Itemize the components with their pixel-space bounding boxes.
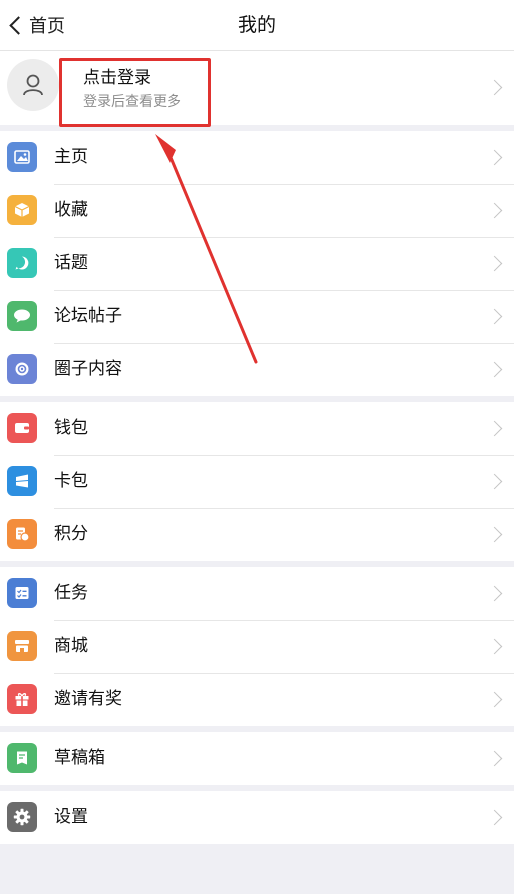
chevron-right-icon	[486, 638, 503, 654]
menu-label: 商城	[54, 636, 88, 656]
menu-label: 话题	[54, 253, 88, 273]
menu-item-drafts[interactable]: 草稿箱	[0, 732, 514, 785]
image-icon	[7, 142, 37, 172]
gear-icon	[7, 802, 37, 832]
chevron-right-icon	[486, 473, 503, 489]
menu-item-favorites[interactable]: 收藏	[0, 184, 514, 237]
chevron-right-icon	[486, 308, 503, 324]
menu-group-settings: 设置	[0, 791, 514, 844]
page-title: 我的	[237, 14, 276, 36]
store-icon	[7, 631, 37, 661]
menu-item-card-pack[interactable]: 卡包	[0, 455, 514, 508]
nav-bar: 首页 我的	[0, 0, 514, 51]
points-icon	[7, 519, 37, 549]
menu-item-invite-rewards[interactable]: 邀请有奖	[0, 673, 514, 726]
draft-icon	[7, 743, 37, 773]
menu-item-tasks[interactable]: 任务	[0, 567, 514, 620]
menu-label: 圈子内容	[54, 359, 122, 379]
chevron-right-icon	[486, 585, 503, 601]
profile-row[interactable]: 点击登录 登录后查看更多	[0, 51, 514, 127]
menu-label: 论坛帖子	[54, 306, 122, 326]
svg-text:#: #	[19, 259, 26, 268]
chevron-right-icon	[486, 149, 503, 165]
menu-item-settings[interactable]: 设置	[0, 791, 514, 844]
menu-item-circle-content[interactable]: 圈子内容	[0, 343, 514, 396]
menu-label: 积分	[54, 524, 88, 544]
chevron-right-icon	[486, 361, 503, 377]
task-icon	[7, 578, 37, 608]
chevron-right-icon	[486, 420, 503, 436]
user-icon	[23, 74, 43, 96]
chevron-right-icon	[486, 79, 503, 96]
menu-label: 设置	[54, 807, 88, 827]
menu-group-rewards: 任务 商城 邀请有奖	[0, 567, 514, 726]
menu-item-mall[interactable]: 商城	[0, 620, 514, 673]
box-icon	[7, 195, 37, 225]
chevron-right-icon	[486, 526, 503, 542]
card-icon	[7, 466, 37, 496]
menu-label: 收藏	[54, 200, 88, 220]
menu-label: 钱包	[54, 418, 88, 438]
chevron-right-icon	[486, 750, 503, 766]
menu-label: 任务	[54, 583, 88, 603]
menu-group-wallet: 钱包 卡包 积分	[0, 402, 514, 561]
menu-label: 卡包	[54, 471, 88, 491]
menu-item-wallet[interactable]: 钱包	[0, 402, 514, 455]
menu-label: 草稿箱	[54, 748, 105, 768]
chevron-right-icon	[486, 809, 503, 825]
menu-label: 邀请有奖	[54, 689, 122, 709]
gift-icon	[7, 684, 37, 714]
hashtag-icon: #	[7, 248, 37, 278]
circle-icon	[7, 354, 37, 384]
menu-item-homepage[interactable]: 主页	[0, 131, 514, 184]
login-subtitle: 登录后查看更多	[83, 94, 181, 110]
chevron-right-icon	[486, 255, 503, 271]
wallet-icon	[7, 413, 37, 443]
avatar[interactable]	[7, 59, 59, 111]
menu-label: 主页	[54, 147, 88, 167]
menu-group-drafts: 草稿箱	[0, 732, 514, 785]
chat-icon	[7, 301, 37, 331]
menu-item-forum-posts[interactable]: 论坛帖子	[0, 290, 514, 343]
login-label[interactable]: 点击登录	[83, 63, 151, 88]
menu-item-topics[interactable]: # 话题	[0, 237, 514, 290]
menu-item-points[interactable]: 积分	[0, 508, 514, 561]
chevron-right-icon	[486, 691, 503, 707]
menu-group-content: 主页 收藏 # 话题 论坛帖子 圈子内容	[0, 131, 514, 396]
chevron-right-icon	[486, 202, 503, 218]
